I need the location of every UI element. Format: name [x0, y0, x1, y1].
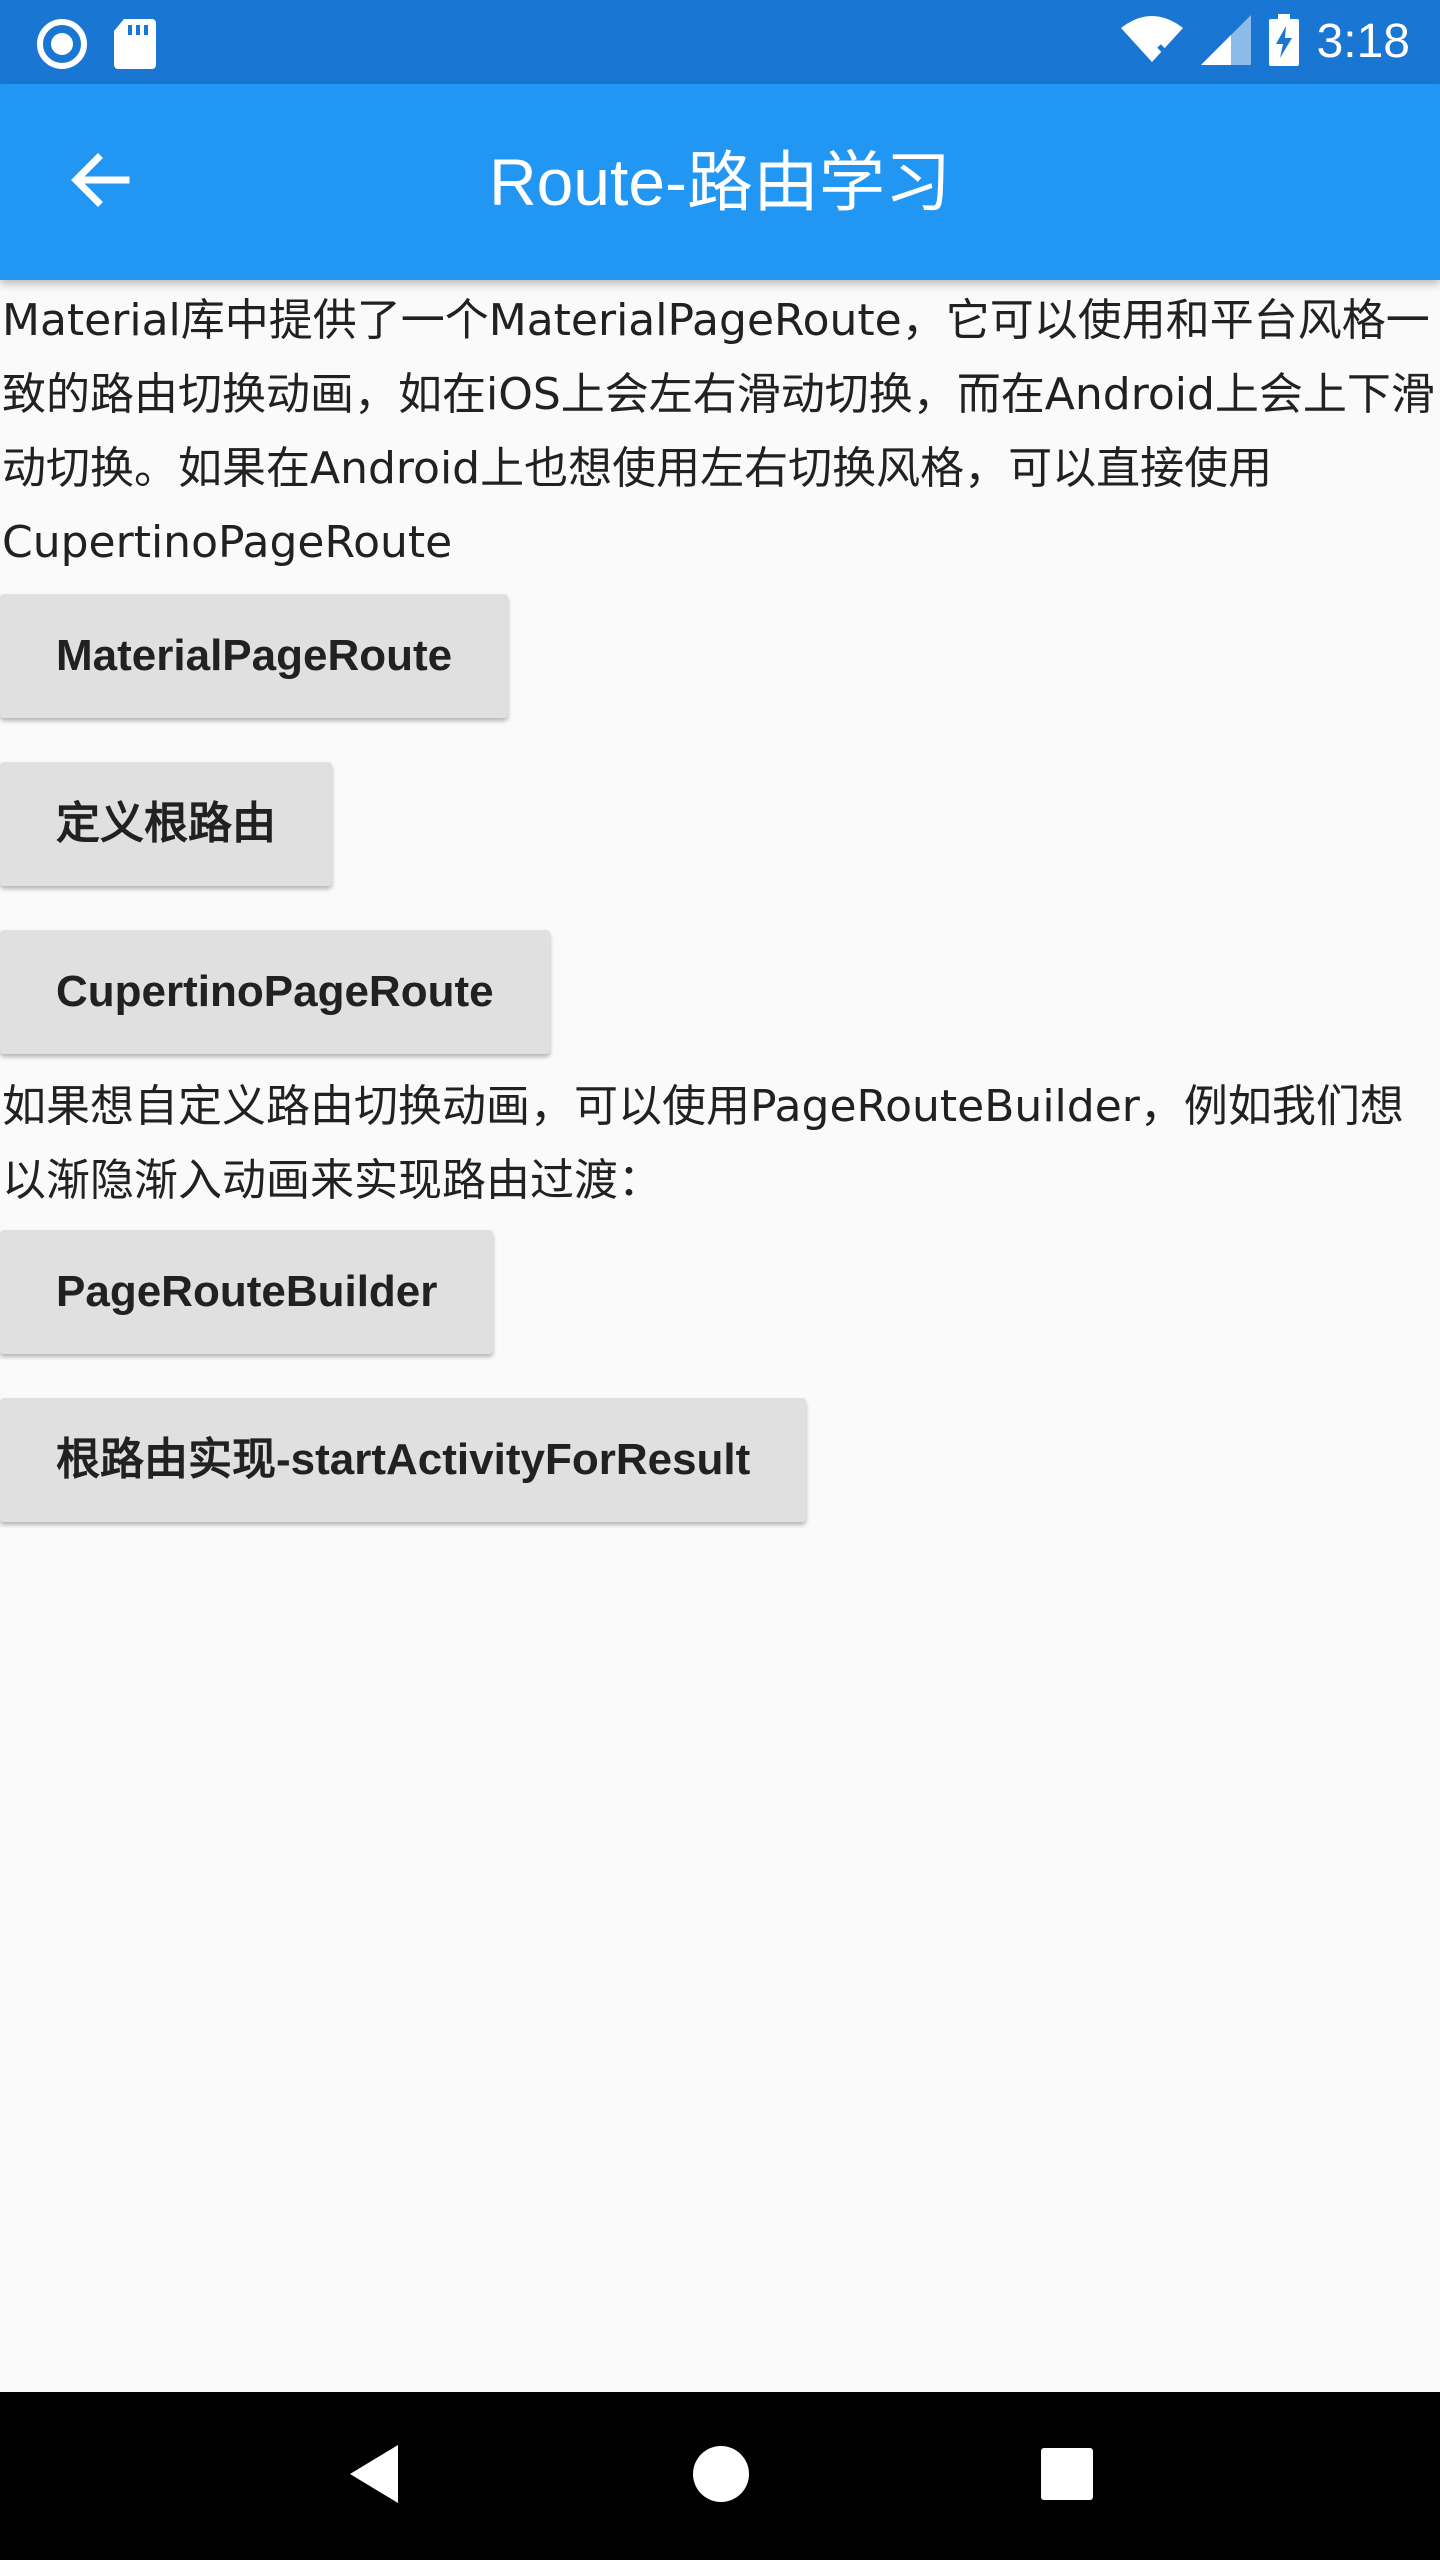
recents-square-icon[interactable]	[1040, 2447, 1094, 2505]
page-route-builder-button[interactable]: PageRouteBuilder	[0, 1230, 494, 1354]
battery-charging-icon	[1268, 14, 1299, 70]
app-bar: Route-路由学习	[0, 84, 1440, 280]
page-title: Route-路由学习	[488, 145, 952, 219]
button-row: PageRouteBuilder	[0, 1230, 1440, 1398]
button-row: 定义根路由	[0, 762, 1440, 930]
status-bar: 3:18	[0, 0, 1440, 84]
record-icon	[36, 18, 88, 74]
status-left-icons	[36, 18, 156, 74]
start-activity-for-result-button[interactable]: 根路由实现-startActivityForResult	[0, 1398, 807, 1522]
home-circle-icon[interactable]	[692, 2445, 750, 2507]
define-root-route-button[interactable]: 定义根路由	[0, 762, 332, 886]
back-triangle-icon[interactable]	[346, 2443, 402, 2509]
intro-text: Material库中提供了一个MaterialPageRoute，它可以使用和平…	[2, 295, 1435, 568]
status-right-icons: 3:18	[1120, 12, 1410, 72]
button-row: MaterialPageRoute	[0, 594, 1440, 762]
system-nav-bar	[0, 2392, 1440, 2560]
signal-icon	[1200, 15, 1251, 69]
status-time: 3:18	[1316, 15, 1410, 68]
main-content: Material库中提供了一个MaterialPageRoute，它可以使用和平…	[0, 280, 1440, 1566]
material-page-route-button[interactable]: MaterialPageRoute	[0, 594, 509, 718]
cupertino-page-route-button[interactable]: CupertinoPageRoute	[0, 930, 550, 1054]
button-row: 根路由实现-startActivityForResult	[0, 1398, 1440, 1566]
custom-animation-text: 如果想自定义路由切换动画，可以使用PageRouteBuilder，例如我们想以…	[2, 1081, 1404, 1206]
sd-card-icon	[114, 19, 156, 73]
wifi-off-icon	[1120, 16, 1183, 68]
